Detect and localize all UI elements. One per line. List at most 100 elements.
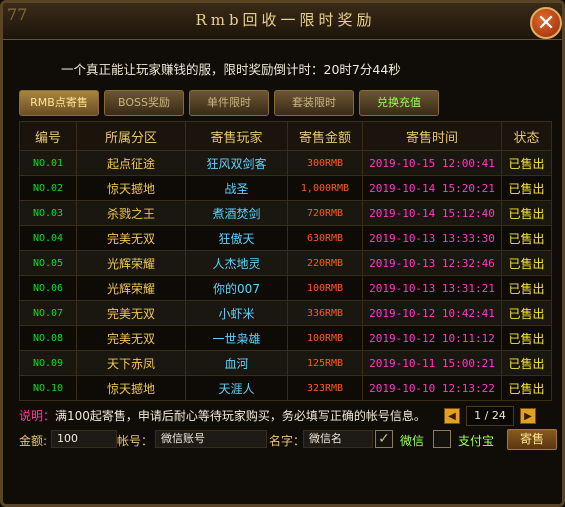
row-amount: 1,000RMB — [287, 175, 363, 201]
row-number: NO.01 — [19, 150, 77, 176]
row-amount: 300RMB — [287, 150, 363, 176]
wechat-checkbox[interactable]: ✓ — [375, 430, 393, 448]
row-status: 已售出 — [501, 200, 552, 226]
row-seller: 煮酒焚剑 — [185, 200, 288, 226]
row-zone: 惊天撼地 — [76, 375, 186, 401]
table-row: NO.09 天下赤凤 血河 125RMB 2019-10-11 15:00:21 已售出 — [19, 350, 552, 376]
amount-input[interactable]: 100 — [51, 430, 117, 448]
row-seller: 小虾米 — [185, 300, 288, 326]
wechat-label: 微信 — [400, 434, 425, 448]
row-time: 2019-10-10 12:13:22 — [362, 375, 502, 401]
consign-form: 金额: 100 帐号： 微信账号 名字： 微信名 ✓ 微信 支付宝 寄售 — [17, 429, 557, 450]
row-seller: 人杰地灵 — [185, 250, 288, 276]
row-zone: 惊天撼地 — [76, 175, 186, 201]
header-seller: 寄售玩家 — [185, 121, 288, 151]
table-row: NO.04 完美无双 狂傲天 630RMB 2019-10-13 13:33:30 已售出 — [19, 225, 552, 251]
consignment-table: 编号 所属分区 寄售玩家 寄售金额 寄售时间 状态 NO.01 起点征途 狂风双剑客… — [19, 121, 552, 401]
row-time: 2019-10-13 13:31:21 — [362, 275, 502, 301]
row-time: 2019-10-14 15:12:40 — [362, 200, 502, 226]
row-time: 2019-10-13 13:33:30 — [362, 225, 502, 251]
tab-single-limited[interactable]: 单件限时 — [189, 90, 269, 116]
row-status: 已售出 — [501, 250, 552, 276]
table-row: NO.07 完美无双 小虾米 336RMB 2019-10-12 10:42:41 已售出 — [19, 300, 552, 326]
next-page-icon[interactable]: ▶ — [520, 408, 536, 424]
row-seller: 一世枭雄 — [185, 325, 288, 351]
row-amount: 630RMB — [287, 225, 363, 251]
header-zone: 所属分区 — [76, 121, 186, 151]
row-number: NO.05 — [19, 250, 77, 276]
close-icon[interactable]: ✕ — [530, 7, 562, 39]
row-zone: 天下赤凤 — [76, 350, 186, 376]
row-amount: 125RMB — [287, 350, 363, 376]
row-seller: 血河 — [185, 350, 288, 376]
row-status: 已售出 — [501, 325, 552, 351]
row-time: 2019-10-14 15:20:21 — [362, 175, 502, 201]
row-seller: 天涯人 — [185, 375, 288, 401]
table-row: NO.02 惊天撼地 战圣 1,000RMB 2019-10-14 15:20:21 已售… — [19, 175, 552, 201]
header-amount: 寄售金额 — [287, 121, 363, 151]
name-label: 名字： — [269, 434, 306, 448]
row-number: NO.07 — [19, 300, 77, 326]
header-time: 寄售时间 — [362, 121, 502, 151]
header-status: 状态 — [501, 121, 552, 151]
row-zone: 完美无双 — [76, 225, 186, 251]
row-zone: 完美无双 — [76, 300, 186, 326]
table-row: NO.05 光辉荣耀 人杰地灵 220RMB 2019-10-13 12:32:46 已售… — [19, 250, 552, 276]
pagination: ◀ 1 / 24 ▶ — [444, 406, 536, 426]
title-bar: 77 Rmb回收一限时奖励 ✕ — [3, 3, 562, 40]
row-number: NO.06 — [19, 275, 77, 301]
row-status: 已售出 — [501, 300, 552, 326]
tab-set-limited[interactable]: 套装限时 — [274, 90, 354, 116]
row-amount: 720RMB — [287, 200, 363, 226]
alipay-label: 支付宝 — [458, 434, 495, 448]
notice-label: 说明： — [19, 409, 56, 423]
row-zone: 起点征途 — [76, 150, 186, 176]
tab-exchange-recharge[interactable]: 兑换充值 — [359, 90, 439, 116]
page-indicator: 1 / 24 — [466, 406, 514, 426]
table-row: NO.01 起点征途 狂风双剑客 300RMB 2019-10-15 12:00:41 已… — [19, 150, 552, 176]
row-seller: 战圣 — [185, 175, 288, 201]
row-number: NO.08 — [19, 325, 77, 351]
header-number: 编号 — [19, 121, 77, 151]
rmb-recycle-window: 77 Rmb回收一限时奖励 ✕ 一个真正能让玩家赚钱的服，限时奖励倒计时：20时… — [0, 0, 565, 507]
row-status: 已售出 — [501, 150, 552, 176]
table-row: NO.08 完美无双 一世枭雄 100RMB 2019-10-12 10:11:12 已售… — [19, 325, 552, 351]
countdown-text: 一个真正能让玩家赚钱的服，限时奖励倒计时：20时7分44秒 — [61, 62, 401, 77]
row-zone: 光辉荣耀 — [76, 275, 186, 301]
tab-rmb-consign[interactable]: RMB点寄售 — [19, 90, 99, 116]
row-zone: 杀戮之王 — [76, 200, 186, 226]
row-seller: 狂风双剑客 — [185, 150, 288, 176]
notice-text: 满100起寄售，申请后耐心等待玩家购买，务必填写正确的帐号信息。 — [55, 409, 426, 423]
row-time: 2019-10-13 12:32:46 — [362, 250, 502, 276]
tab-bar: RMB点寄售 BOSS奖励 单件限时 套装限时 兑换充值 — [19, 90, 439, 116]
table-row: NO.06 光辉荣耀 你的007 100RMB 2019-10-13 13:31:21 已… — [19, 275, 552, 301]
prev-page-icon[interactable]: ◀ — [444, 408, 460, 424]
name-input[interactable]: 微信名 — [303, 430, 373, 448]
table-header-row: 编号 所属分区 寄售玩家 寄售金额 寄售时间 状态 — [19, 121, 552, 151]
row-amount: 336RMB — [287, 300, 363, 326]
row-zone: 光辉荣耀 — [76, 250, 186, 276]
row-time: 2019-10-15 12:00:41 — [362, 150, 502, 176]
row-number: NO.09 — [19, 350, 77, 376]
table-row: NO.10 惊天撼地 天涯人 323RMB 2019-10-10 12:13:22 已售出 — [19, 375, 552, 401]
row-seller: 狂傲天 — [185, 225, 288, 251]
row-amount: 100RMB — [287, 275, 363, 301]
amount-label: 金额: — [19, 434, 48, 448]
row-status: 已售出 — [501, 275, 552, 301]
account-input[interactable]: 微信账号 — [155, 430, 267, 448]
row-status: 已售出 — [501, 225, 552, 251]
row-zone: 完美无双 — [76, 325, 186, 351]
row-number: NO.10 — [19, 375, 77, 401]
row-status: 已售出 — [501, 350, 552, 376]
row-time: 2019-10-12 10:11:12 — [362, 325, 502, 351]
row-time: 2019-10-12 10:42:41 — [362, 300, 502, 326]
row-seller: 你的007 — [185, 275, 288, 301]
row-status: 已售出 — [501, 175, 552, 201]
alipay-checkbox[interactable] — [433, 430, 451, 448]
tab-boss-reward[interactable]: BOSS奖励 — [104, 90, 184, 116]
row-number: NO.02 — [19, 175, 77, 201]
table-row: NO.03 杀戮之王 煮酒焚剑 720RMB 2019-10-14 15:12:40 已售… — [19, 200, 552, 226]
consign-submit-button[interactable]: 寄售 — [507, 429, 557, 450]
notice: 说明：满100起寄售，申请后耐心等待玩家购买，务必填写正确的帐号信息。 — [19, 407, 426, 424]
row-number: NO.03 — [19, 200, 77, 226]
